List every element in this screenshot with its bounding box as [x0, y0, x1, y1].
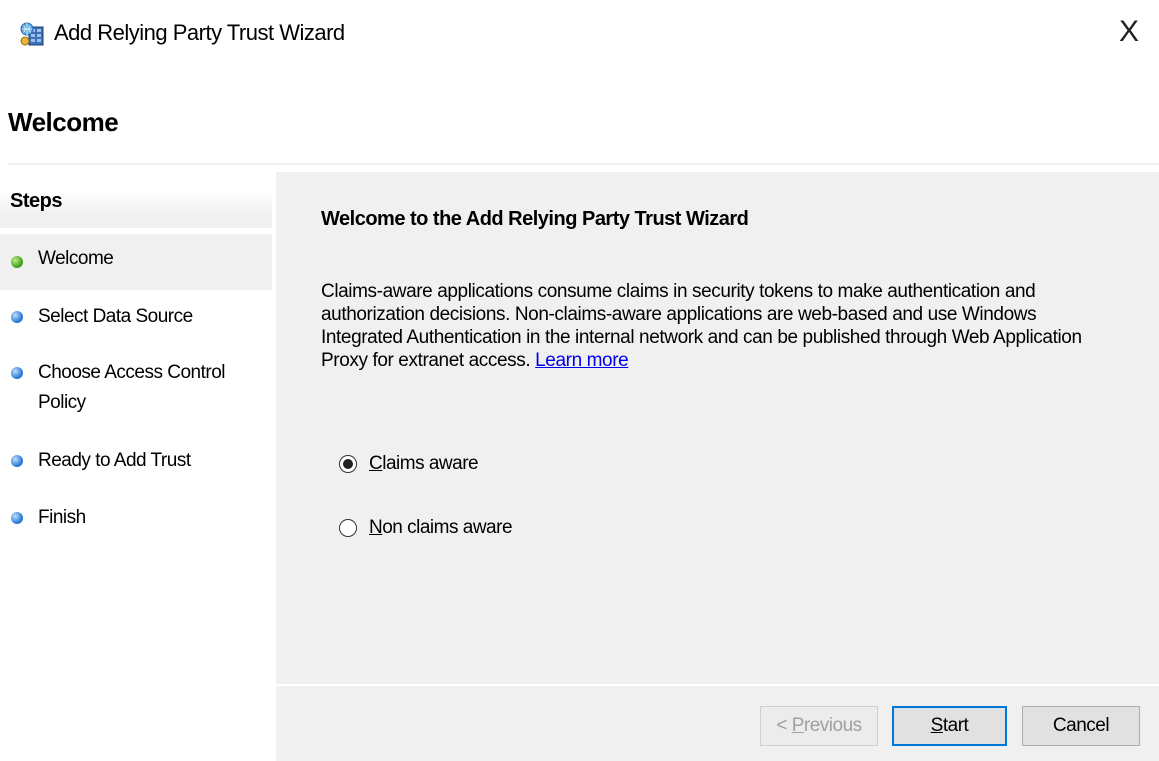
step-ready-to-add-trust: Ready to Add Trust: [0, 444, 272, 478]
step-label: Ready to Add Trust: [38, 450, 191, 471]
header-divider: [8, 163, 1159, 165]
start-label-rest: tart: [942, 715, 969, 736]
content-title: Welcome to the Add Relying Party Trust W…: [321, 208, 749, 230]
radio-button-unchecked[interactable]: [339, 519, 357, 537]
close-button[interactable]: X: [1109, 10, 1149, 54]
option-label-rest: on claims aware: [382, 517, 513, 538]
claims-aware-label[interactable]: Claims aware: [369, 453, 479, 475]
step-pending-icon: [11, 367, 23, 379]
content-description: Claims-aware applications consume claims…: [321, 280, 1121, 372]
content-panel: Welcome to the Add Relying Party Trust W…: [276, 172, 1159, 761]
step-pending-icon: [11, 512, 23, 524]
start-button[interactable]: Start: [892, 706, 1007, 746]
claims-aware-option[interactable]: Claims aware: [339, 449, 479, 479]
access-key: P: [791, 715, 805, 736]
page-title: Welcome: [8, 107, 119, 137]
window-title: Add Relying Party Trust Wizard: [54, 20, 345, 45]
title-bar: Add Relying Party Trust Wizard X: [0, 0, 1159, 70]
radio-button-checked[interactable]: [339, 455, 357, 473]
previous-button[interactable]: < Previous: [760, 706, 878, 746]
step-pending-icon: [11, 311, 23, 323]
cancel-button[interactable]: Cancel: [1022, 706, 1140, 746]
step-complete-icon: [11, 256, 23, 268]
steps-panel: Steps Welcome Select Data Source Choose …: [0, 172, 276, 761]
learn-more-link[interactable]: Learn more: [535, 350, 629, 371]
description-text: Claims-aware applications consume claims…: [321, 281, 1082, 371]
non-claims-aware-option[interactable]: Non claims aware: [339, 513, 513, 543]
non-claims-aware-label[interactable]: Non claims aware: [369, 517, 513, 539]
previous-prefix: <: [776, 715, 792, 736]
close-icon[interactable]: X: [1119, 15, 1139, 49]
cancel-label: Cancel: [1052, 715, 1110, 736]
footer-divider: [276, 684, 1159, 686]
access-key: C: [369, 453, 383, 474]
step-finish: Finish: [0, 501, 272, 535]
previous-label-rest: revious: [803, 715, 862, 736]
step-choose-access-control-policy: Choose Access Control Policy: [0, 356, 272, 418]
access-key: S: [930, 715, 944, 736]
step-select-data-source: Select Data Source: [0, 300, 272, 334]
step-label: Welcome: [38, 248, 114, 269]
steps-heading-label: Steps: [10, 190, 62, 212]
step-label: Choose Access Control Policy: [38, 362, 226, 413]
access-key: N: [369, 517, 383, 538]
step-label: Finish: [38, 507, 86, 528]
step-label: Select Data Source: [38, 306, 193, 327]
steps-heading: Steps: [0, 172, 272, 228]
radio-selected-dot: [343, 459, 353, 469]
relying-party-icon: [20, 22, 44, 46]
option-label-rest: laims aware: [382, 453, 479, 474]
step-welcome: Welcome: [0, 234, 272, 290]
step-pending-icon: [11, 455, 23, 467]
